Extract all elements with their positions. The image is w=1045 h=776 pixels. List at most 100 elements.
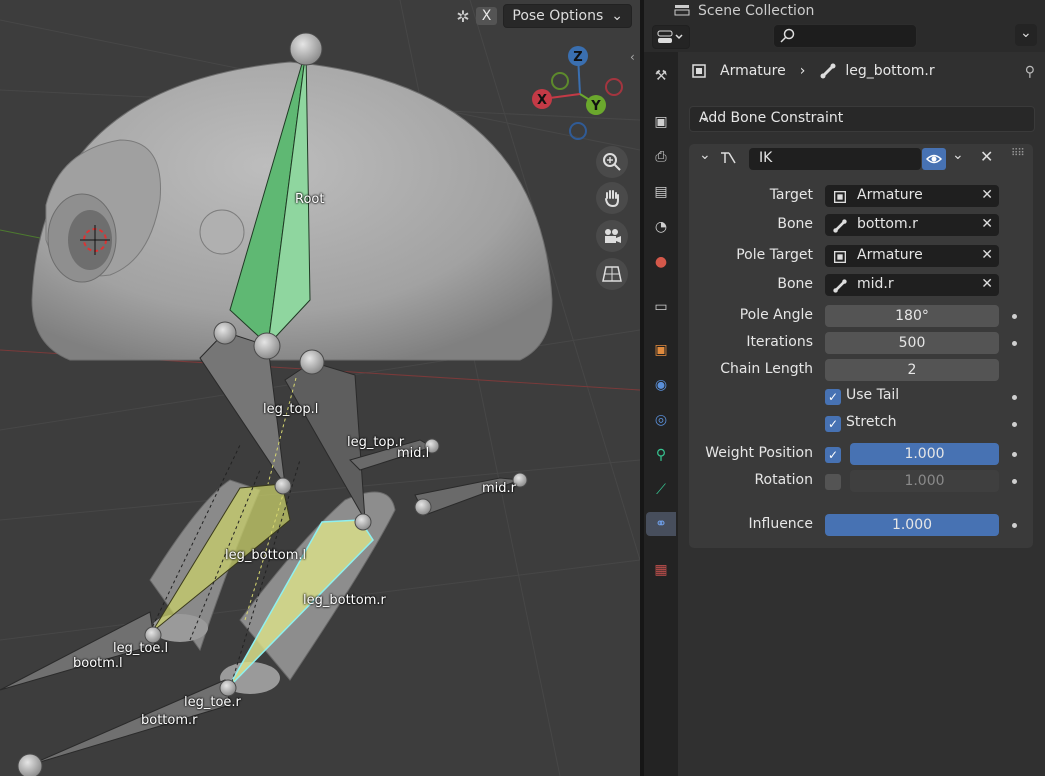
constraint-name: IK (759, 150, 773, 166)
chevron-down-icon: ⌄ (699, 109, 711, 125)
weight-position-checkbox[interactable]: ✓ (825, 447, 841, 463)
hand-pan-icon[interactable] (596, 182, 628, 214)
tab-object[interactable]: ▣ (649, 338, 673, 362)
pin-icon[interactable]: ⚲ (1025, 64, 1035, 80)
close-icon[interactable]: ✕ (981, 276, 993, 292)
keyframe-dot-icon[interactable] (1012, 523, 1017, 528)
eye-icon[interactable] (922, 148, 946, 170)
gizmo-y-label: Y (590, 99, 601, 114)
bone-icon (820, 63, 836, 79)
object-icon: ▣ (654, 342, 668, 358)
target-value: Armature (857, 187, 923, 203)
keyframe-dot-icon[interactable] (1012, 341, 1017, 346)
bone-label: Bone (777, 216, 813, 232)
target-label: Target (769, 187, 813, 203)
tab-bone-constraints[interactable]: ⚭ (646, 512, 676, 536)
use-tail-label: Use Tail (846, 387, 900, 403)
tab-object-data[interactable]: ⚲ (649, 443, 673, 467)
bone-label-leg-bottom-l: leg_bottom.l (225, 548, 307, 563)
bone-icon (833, 219, 847, 233)
tab-world[interactable]: ● (649, 250, 673, 274)
texture-icon: ▦ (654, 562, 668, 578)
tab-collection[interactable]: ▭ (649, 295, 673, 319)
close-icon[interactable]: ✕ (981, 247, 993, 263)
properties-editor: Scene Collection ⌄ ⚒ ▣ ⎙ ▤ ◔ ● ▭ ▣ ◉ ◎ ⚲… (644, 0, 1045, 776)
armature-object-icon (834, 191, 846, 203)
properties-tabs: ⚒ ▣ ⎙ ▤ ◔ ● ▭ ▣ ◉ ◎ ⚲ ⟋ ⚭ ▦ (644, 52, 678, 776)
grid-perspective-icon[interactable] (596, 258, 628, 290)
stretch-checkbox[interactable]: ✓ (825, 416, 841, 432)
view-layer-icon: ▤ (654, 184, 668, 200)
chain-length-label: Chain Length (720, 361, 813, 377)
target-field[interactable]: Armature ✕ (825, 185, 999, 207)
armature-icon: ⚲ (655, 447, 667, 463)
breadcrumb-bone: leg_bottom.r (845, 63, 935, 79)
navigation-gizmo[interactable]: Z X Y (528, 44, 628, 144)
rotation-checkbox[interactable] (825, 474, 841, 490)
pole-angle-field[interactable]: 180° (825, 305, 999, 327)
collapse-chevron-icon[interactable]: ⌄ (699, 147, 711, 163)
tab-physics[interactable]: ◎ (649, 408, 673, 432)
overlay-butterfly-icon[interactable]: ✲ (456, 7, 469, 26)
collapse-arrow-icon[interactable]: ‹ (630, 50, 635, 64)
bone-icon: ⟋ (656, 482, 666, 498)
tab-view-layer[interactable]: ▤ (649, 180, 673, 204)
tab-output[interactable]: ⎙ (649, 145, 673, 169)
search-input[interactable] (773, 24, 917, 48)
collection-icon (674, 5, 690, 16)
zoom-icon[interactable] (596, 146, 628, 178)
weight-position-field[interactable]: 1.000 (850, 443, 999, 465)
ik-constraint-panel: ⌄ IK ⌄ ✕ ⠿⠿ Target Armature ✕ Bone botto… (689, 144, 1033, 548)
viewport-header: ✲ X Pose Options ⌄ (456, 4, 632, 28)
tab-tool[interactable]: ⚒ (649, 64, 673, 88)
influence-field[interactable]: 1.000 (825, 514, 999, 536)
properties-editor-icon (657, 30, 683, 43)
iterations-field[interactable]: 500 (825, 332, 999, 354)
use-tail-checkbox[interactable]: ✓ (825, 389, 841, 405)
keyframe-dot-icon[interactable] (1012, 314, 1017, 319)
tab-render[interactable]: ▣ (649, 110, 673, 134)
pose-options-dropdown[interactable]: Pose Options ⌄ (503, 4, 632, 28)
outliner-strip: Scene Collection (644, 0, 1045, 21)
pole-target-field[interactable]: Armature ✕ (825, 245, 999, 267)
collection-icon: ▭ (654, 299, 668, 315)
bone-value: bottom.r (857, 216, 918, 232)
editor-type-dropdown[interactable] (652, 25, 690, 49)
keyframe-dot-icon[interactable] (1012, 452, 1017, 457)
bone-label-leg-bottom-r: leg_bottom.r (303, 593, 386, 608)
drag-handle-icon[interactable]: ⠿⠿ (1011, 148, 1025, 159)
chain-length-field[interactable]: 2 (825, 359, 999, 381)
properties-content: Armature › leg_bottom.r ⚲ Add Bone Const… (678, 52, 1045, 776)
world-icon: ● (654, 254, 668, 270)
particles-icon: ◉ (654, 377, 668, 393)
tab-texture[interactable]: ▦ (649, 558, 673, 582)
add-bone-constraint-dropdown[interactable]: Add Bone Constraint ⌄ (689, 106, 1035, 132)
bone-label-bootm-l: bootm.l (73, 656, 123, 671)
pole-target-label: Pole Target (736, 247, 813, 263)
bone-label-bottom-r: bottom.r (141, 713, 198, 728)
tab-bone[interactable]: ⟋ (649, 478, 673, 502)
mirror-x-toggle[interactable]: X (475, 7, 498, 25)
camera-icon[interactable] (596, 220, 628, 252)
keyframe-dot-icon[interactable] (1012, 395, 1017, 400)
options-dropdown[interactable]: ⌄ (1015, 24, 1037, 46)
close-icon[interactable]: ✕ (981, 216, 993, 232)
constraint-name-field[interactable]: IK (749, 148, 921, 170)
bone-field[interactable]: bottom.r ✕ (825, 214, 999, 236)
gizmo-x-label: X (537, 93, 547, 108)
close-icon[interactable]: ✕ (980, 147, 993, 166)
pole-bone-label: Bone (777, 276, 813, 292)
checkmark-icon: ✓ (827, 390, 839, 404)
tab-scene[interactable]: ◔ (649, 215, 673, 239)
chevron-down-icon[interactable]: ⌄ (952, 147, 964, 163)
checkmark-icon: ✓ (827, 448, 839, 462)
rotation-label: Rotation (754, 472, 813, 488)
pole-bone-field[interactable]: mid.r ✕ (825, 274, 999, 296)
rotation-field[interactable]: 1.000 (850, 470, 999, 492)
keyframe-dot-icon[interactable] (1012, 479, 1017, 484)
scene-icon: ◔ (654, 219, 668, 235)
tab-modifiers[interactable]: ◉ (649, 373, 673, 397)
close-icon[interactable]: ✕ (981, 187, 993, 203)
keyframe-dot-icon[interactable] (1012, 422, 1017, 427)
3d-viewport[interactable]: ✲ X Pose Options ⌄ Z X Y ‹ Root leg_top.… (0, 0, 640, 776)
